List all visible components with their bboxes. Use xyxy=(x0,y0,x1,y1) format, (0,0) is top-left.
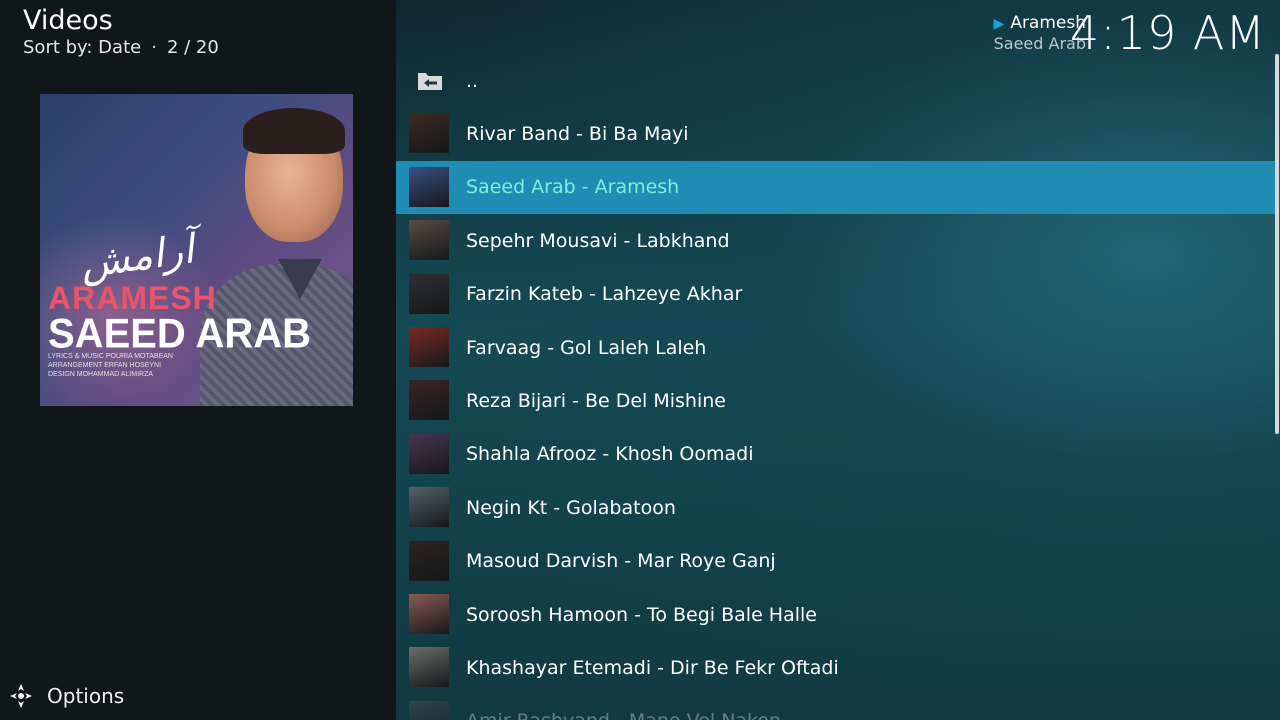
list-item-thumbnail xyxy=(409,326,449,367)
poster-credit-line: DESIGN MOHAMMAD ALIMIRZA xyxy=(48,371,154,378)
sort-label[interactable]: Sort by: Date xyxy=(23,37,141,58)
poster-credit-line: ARRANGEMENT ERFAN HOSEYNI xyxy=(48,362,162,369)
list-item-label: Farvaag - Gol Laleh Laleh xyxy=(466,336,707,359)
item-position: 2 / 20 xyxy=(166,37,219,58)
page-title: Videos xyxy=(23,5,113,36)
list-item[interactable]: Rivar Band - Bi Ba Mayi xyxy=(396,107,1276,160)
list-item-label: Saeed Arab - Aramesh xyxy=(466,176,680,199)
list-item-label: Negin Kt - Golabatoon xyxy=(466,496,676,519)
list-item-thumbnail xyxy=(409,113,449,154)
clock: 4:19 AM xyxy=(1069,6,1266,60)
list-item[interactable]: Sepehr Mousavi - Labkhand xyxy=(396,214,1276,267)
list-item-label: Farzin Kateb - Lahzeye Akhar xyxy=(466,283,743,306)
list-item-label: .. xyxy=(466,69,479,92)
sort-info: Sort by: Date · 2 / 20 xyxy=(23,37,219,59)
list-item[interactable]: Negin Kt - Golabatoon xyxy=(396,481,1276,534)
list-item-label: Reza Bijari - Be Del Mishine xyxy=(466,390,726,413)
list-item[interactable]: Saeed Arab - Aramesh xyxy=(396,160,1276,215)
poster-credits: LYRICS & MUSIC POURIA MOTABEAN ARRANGEME… xyxy=(48,352,173,379)
poster-credit-line: LYRICS & MUSIC POURIA MOTABEAN xyxy=(48,353,173,360)
list-item-label: Sepehr Mousavi - Labkhand xyxy=(466,229,730,252)
options-label: Options xyxy=(47,684,125,708)
list-item-thumbnail xyxy=(409,220,449,261)
kodi-videos-screen: Videos Sort by: Date · 2 / 20 آرامش ARAMES… xyxy=(0,0,1280,720)
list-item[interactable]: Farvaag - Gol Laleh Laleh xyxy=(396,321,1276,374)
poster-person-hair xyxy=(243,108,345,154)
list-item-thumbnail xyxy=(409,487,449,528)
info-panel: Videos Sort by: Date · 2 / 20 آرامش ARAMES… xyxy=(0,0,396,720)
list-item-thumbnail xyxy=(409,700,449,720)
list-item-thumbnail xyxy=(409,273,449,314)
list-item-label: Soroosh Hamoon - To Begi Bale Halle xyxy=(466,603,817,626)
list-item[interactable]: Farzin Kateb - Lahzeye Akhar xyxy=(396,268,1276,321)
back-folder-icon xyxy=(418,73,442,90)
list-item[interactable]: Masoud Darvish - Mar Roye Ganj xyxy=(396,535,1276,588)
list-item[interactable]: Khashayar Etemadi - Dir Be Fekr Oftadi xyxy=(396,641,1276,694)
list-item-thumbnail xyxy=(409,593,449,634)
list-item[interactable]: Shahla Afrooz - Khosh Oomadi xyxy=(396,428,1276,481)
list-item-thumbnail xyxy=(409,166,449,207)
list-rows: Rivar Band - Bi Ba Mayi Saeed Arab - Aram… xyxy=(396,107,1276,720)
list-item-parent-folder[interactable]: .. xyxy=(396,54,1276,107)
options-button[interactable]: Options xyxy=(8,683,124,709)
list-item-label: Amir Rashvand - Mano Vel Nakon xyxy=(466,710,781,720)
list-item-label: Masoud Darvish - Mar Roye Ganj xyxy=(466,550,776,573)
list-item[interactable]: Amir Rashvand - Mano Vel Nakon xyxy=(396,695,1276,720)
list-item-thumbnail xyxy=(409,540,449,581)
list-item-label: Rivar Band - Bi Ba Mayi xyxy=(466,123,689,146)
list-item-thumbnail xyxy=(409,647,449,688)
list-item-thumbnail xyxy=(409,380,449,421)
list-item[interactable]: Reza Bijari - Be Del Mishine xyxy=(396,374,1276,427)
options-icon xyxy=(10,684,32,708)
play-icon: ▶ xyxy=(993,16,1005,32)
list-item[interactable]: Soroosh Hamoon - To Begi Bale Halle xyxy=(396,588,1276,641)
list-item-label: Shahla Afrooz - Khosh Oomadi xyxy=(466,443,754,466)
list-scrollbar[interactable] xyxy=(1275,54,1279,434)
selected-item-poster: آرامش ARAMESH SAEED ARAB LYRICS & MUSIC … xyxy=(40,94,353,406)
list-item-label: Khashayar Etemadi - Dir Be Fekr Oftadi xyxy=(466,656,839,679)
list-item-thumbnail xyxy=(409,433,449,474)
separator-dot: · xyxy=(151,37,157,58)
video-list: .. Rivar Band - Bi Ba Mayi Saeed Arab - A… xyxy=(396,54,1276,720)
